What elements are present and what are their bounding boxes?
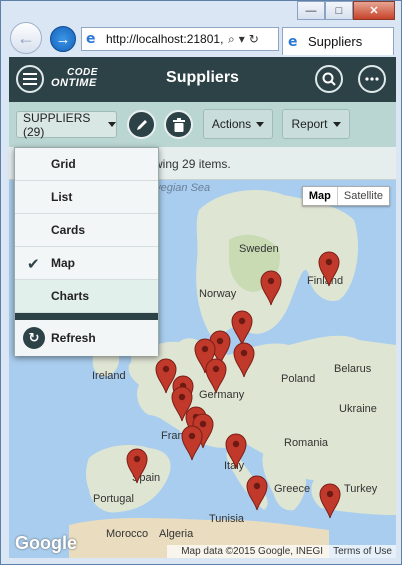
forward-button[interactable]: → (50, 26, 76, 52)
delete-button[interactable] (164, 110, 193, 139)
address-bar[interactable]: e http://localhost:21801, ⌕ ▾ ↻ (81, 27, 279, 51)
menu-item-refresh[interactable]: ↻ Refresh (15, 320, 158, 356)
map-label-ireland: Ireland (92, 370, 126, 382)
map-pin-icon[interactable] (233, 342, 255, 378)
info-text: wing 29 items. (154, 157, 231, 171)
report-button[interactable]: Report (282, 109, 350, 139)
pencil-icon (136, 119, 147, 130)
maximize-button[interactable]: □ (325, 1, 353, 20)
tab-label: Suppliers (308, 34, 363, 49)
browser-tab[interactable]: e Suppliers (282, 27, 394, 55)
toolbar: SUPPLIERS (29) Actions Report (9, 102, 396, 147)
view-dropdown-menu: Grid List Cards ✔ Map Charts ↻ Refresh (14, 147, 159, 356)
browser-window: — □ ✕ ← → e http://localhost:21801, ⌕ ▾ … (0, 0, 402, 565)
check-icon: ✔ (27, 255, 40, 273)
map-pin-icon[interactable] (225, 433, 247, 469)
map-label-norway: Norway (199, 288, 237, 300)
more-button[interactable] (358, 65, 386, 93)
edit-button[interactable] (127, 110, 156, 139)
menu-item-label: Map (51, 256, 75, 270)
actions-label: Actions (211, 117, 252, 131)
back-button[interactable]: ← (10, 22, 42, 54)
google-logo: Google (15, 533, 77, 553)
map-label-sweden: Sweden (239, 243, 279, 255)
reload-icon[interactable]: ↻ (249, 32, 259, 46)
map-pin-icon[interactable] (319, 483, 341, 519)
menu-item-grid[interactable]: Grid (15, 148, 158, 181)
map-label-algeria: Algeria (159, 528, 194, 540)
menu-item-cards[interactable]: Cards (15, 214, 158, 247)
menu-item-map[interactable]: ✔ Map (15, 247, 158, 280)
browser-nav: ← → e http://localhost:21801, ⌕ ▾ ↻ e Su… (1, 22, 401, 56)
map-pin-icon[interactable] (126, 448, 148, 484)
dropdown-icon[interactable]: ▾ (239, 32, 245, 46)
map-attribution: Map data ©2015 Google, INEGI (181, 546, 324, 557)
report-label: Report (291, 117, 328, 131)
menu-item-label: Grid (51, 157, 76, 171)
map-type-control: Map Satellite (301, 186, 390, 206)
menu-item-charts[interactable]: Charts (15, 280, 158, 313)
map-type-satellite-button[interactable]: Satellite (338, 187, 389, 205)
menu-item-list[interactable]: List (15, 181, 158, 214)
address-text: http://localhost:21801, (106, 32, 224, 46)
terms-link[interactable]: Terms of Use (333, 546, 392, 557)
actions-button[interactable]: Actions (203, 109, 273, 139)
view-selector-label: SUPPLIERS (29) (23, 110, 91, 139)
caret-down-icon (108, 122, 116, 127)
map-pin-icon[interactable] (246, 475, 268, 511)
close-button[interactable]: ✕ (353, 1, 395, 20)
map-label-morocco: Morocco (106, 528, 149, 540)
map-label-poland: Poland (281, 373, 316, 385)
map-label-turkey: Turkey (344, 483, 378, 495)
map-pin-icon[interactable] (231, 310, 253, 346)
window-controls: — □ ✕ (297, 1, 395, 20)
map-label-greece: Greece (274, 483, 311, 495)
menu-item-label: Charts (51, 289, 90, 303)
map-pin-icon[interactable] (181, 425, 203, 461)
map-type-map-button[interactable]: Map (303, 187, 338, 205)
map-pin-icon[interactable] (205, 358, 227, 394)
arrow-left-icon: ← (17, 27, 35, 48)
map-pin-icon[interactable] (318, 251, 340, 287)
trash-icon (172, 117, 185, 132)
ie-icon: e (86, 31, 96, 47)
map-label-tunisia: Tunisia (209, 513, 245, 525)
map-label-belarus: Belarus (334, 363, 372, 375)
menu-item-label: Refresh (51, 331, 96, 345)
search-button[interactable] (315, 65, 343, 93)
map-label-portugal: Portugal (93, 493, 134, 505)
minimize-button[interactable]: — (297, 1, 325, 20)
caret-down-icon (332, 121, 341, 127)
view-selector[interactable]: SUPPLIERS (29) (16, 110, 117, 139)
menu-separator (15, 313, 158, 320)
app-bar: CODE ONTIME Suppliers (9, 57, 396, 102)
search-icon (322, 72, 336, 86)
map-pin-icon[interactable] (260, 270, 282, 306)
more-icon (365, 77, 379, 81)
refresh-icon: ↻ (23, 327, 45, 349)
search-icon[interactable]: ⌕ (228, 32, 235, 47)
ie-icon: e (288, 33, 298, 50)
map-footer: Map data ©2015 Google, INEGI Terms of Us… (167, 545, 396, 558)
map-label-ukraine: Ukraine (339, 403, 377, 415)
caret-down-icon (256, 121, 265, 127)
menu-item-label: List (51, 190, 73, 204)
map-label-romania: Romania (284, 437, 329, 449)
menu-item-label: Cards (51, 223, 86, 237)
arrow-right-icon: → (55, 30, 71, 48)
